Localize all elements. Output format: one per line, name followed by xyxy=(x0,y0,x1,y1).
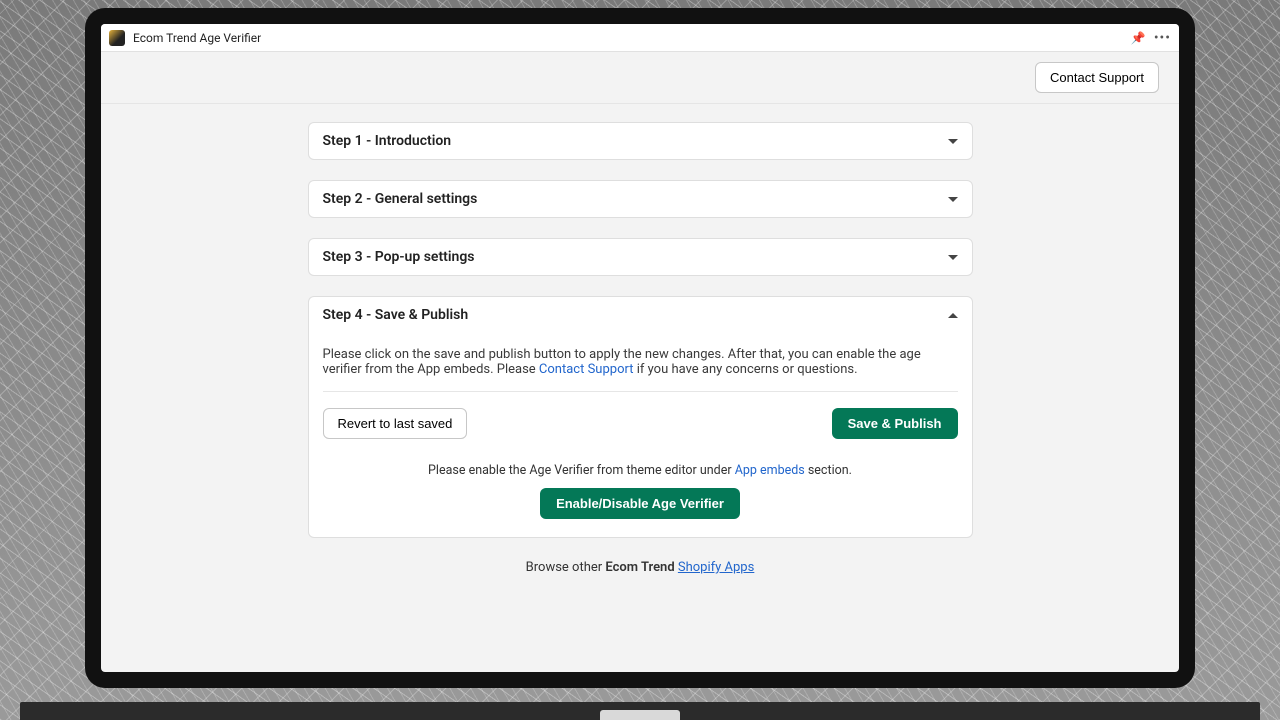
step4-title: Step 4 - Save & Publish xyxy=(323,307,469,323)
step3-accordion: Step 3 - Pop-up settings xyxy=(308,238,973,276)
step4-accordion: Step 4 - Save & Publish Please click on … xyxy=(308,296,973,538)
laptop-frame: Ecom Trend Age Verifier 📌 ••• Contact Su… xyxy=(85,8,1195,688)
screen: Ecom Trend Age Verifier 📌 ••• Contact Su… xyxy=(101,24,1179,672)
save-publish-button[interactable]: Save & Publish xyxy=(832,408,958,439)
step3-header[interactable]: Step 3 - Pop-up settings xyxy=(309,239,972,275)
step2-header[interactable]: Step 2 - General settings xyxy=(309,181,972,217)
app-icon xyxy=(109,30,125,46)
step2-accordion: Step 2 - General settings xyxy=(308,180,973,218)
divider xyxy=(323,391,958,392)
contact-support-button[interactable]: Contact Support xyxy=(1035,62,1159,93)
enable-text-post: section. xyxy=(805,463,852,478)
revert-button[interactable]: Revert to last saved xyxy=(323,408,468,439)
step3-title: Step 3 - Pop-up settings xyxy=(323,249,475,265)
enable-text-pre: Please enable the Age Verifier from them… xyxy=(428,463,735,478)
laptop-notch xyxy=(600,710,680,720)
step1-header[interactable]: Step 1 - Introduction xyxy=(309,123,972,159)
step4-header[interactable]: Step 4 - Save & Publish xyxy=(309,297,972,333)
chevron-down-icon xyxy=(948,255,958,260)
chevron-down-icon xyxy=(948,139,958,144)
step1-title: Step 1 - Introduction xyxy=(323,133,452,149)
app-title: Ecom Trend Age Verifier xyxy=(133,31,261,45)
step4-text-post: if you have any concerns or questions. xyxy=(633,362,857,377)
chevron-up-icon xyxy=(948,313,958,318)
app-embeds-link[interactable]: App embeds xyxy=(735,463,805,478)
step4-button-row: Revert to last saved Save & Publish xyxy=(323,408,958,439)
enable-disable-button[interactable]: Enable/Disable Age Verifier xyxy=(540,488,740,519)
content: Step 1 - Introduction Step 2 - General s… xyxy=(101,104,1179,672)
laptop-base xyxy=(20,702,1260,720)
step4-body: Please click on the save and publish but… xyxy=(309,333,972,537)
more-icon[interactable]: ••• xyxy=(1154,30,1171,46)
contact-support-link[interactable]: Contact Support xyxy=(539,362,634,377)
enable-help-text: Please enable the Age Verifier from them… xyxy=(323,463,958,478)
step4-description: Please click on the save and publish but… xyxy=(323,347,958,377)
chevron-down-icon xyxy=(948,197,958,202)
step1-accordion: Step 1 - Introduction xyxy=(308,122,973,160)
pin-icon[interactable]: 📌 xyxy=(1131,31,1146,45)
step2-title: Step 2 - General settings xyxy=(323,191,478,207)
footer-pre: Browse other xyxy=(526,560,606,575)
footer-brand: Ecom Trend xyxy=(605,560,674,575)
titlebar: Ecom Trend Age Verifier 📌 ••• xyxy=(101,24,1179,52)
toolbar: Contact Support xyxy=(101,52,1179,104)
shopify-apps-link[interactable]: Shopify Apps xyxy=(678,560,754,575)
footer-line: Browse other Ecom Trend Shopify Apps xyxy=(308,560,973,575)
